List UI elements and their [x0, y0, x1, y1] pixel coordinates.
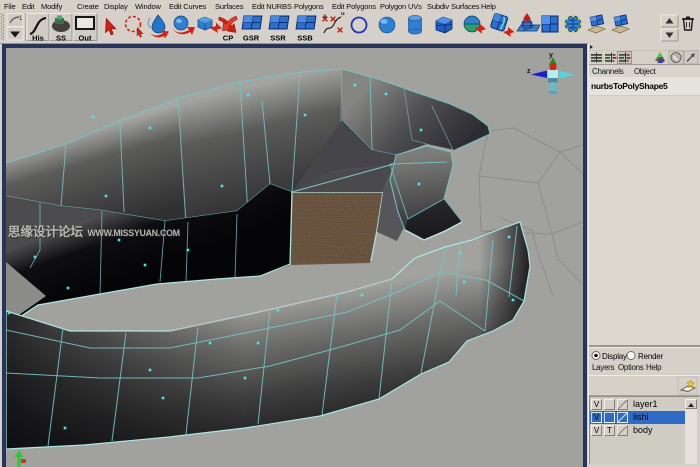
svg-text:CP: CP — [223, 34, 233, 43]
svg-text:z: z — [527, 68, 531, 75]
svg-text:SS: SS — [56, 34, 66, 43]
svg-text:His: His — [32, 34, 44, 43]
svg-text:SSB: SSB — [297, 34, 313, 43]
svg-text:y: y — [549, 52, 553, 59]
svg-text:GSR: GSR — [243, 34, 260, 43]
svg-text:SSR: SSR — [270, 34, 286, 43]
svg-text:Render: Render — [638, 352, 664, 361]
svg-text:Display: Display — [602, 352, 627, 361]
svg-text:u: u — [341, 12, 345, 17]
svg-text:Out: Out — [79, 34, 92, 43]
